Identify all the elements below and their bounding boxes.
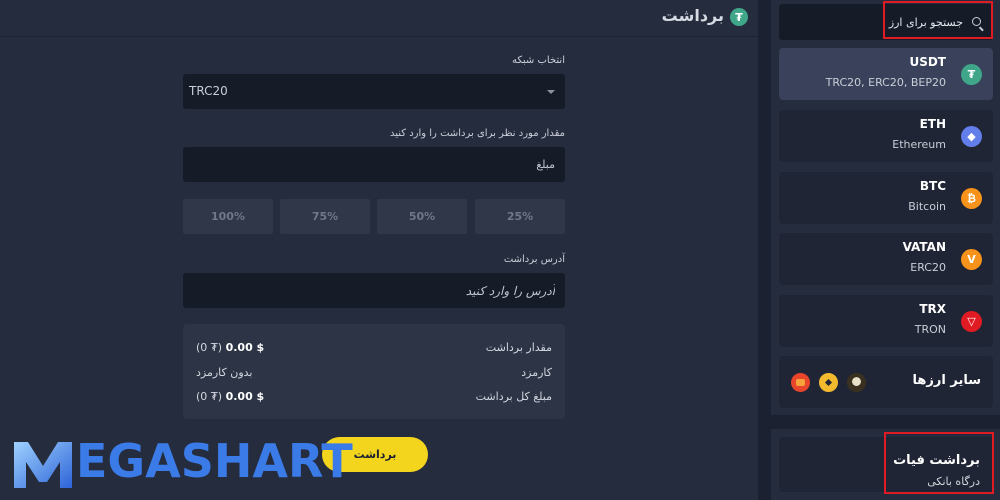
percent-100-button[interactable]: 100% <box>183 199 273 234</box>
percent-buttons: 100% 75% 50% 25% <box>183 199 565 234</box>
shiba-coin-icon <box>791 373 810 392</box>
summary-total-value: (0 ₮) 0.00 $ <box>196 390 265 403</box>
coin-item-eth[interactable]: ETH Ethereum ◆ <box>779 110 993 162</box>
tron-icon: ▽ <box>961 311 982 332</box>
other-currencies-button[interactable]: سایر ارزها <box>779 356 993 408</box>
currency-sidebar: USDT TRC20, ERC20, BEP20 ₮ ETH Ethereum … <box>771 0 1000 415</box>
coin-symbol: BTC <box>919 179 946 193</box>
coin-fullname: TRON <box>914 323 946 336</box>
coin-fullname: Bitcoin <box>908 200 946 213</box>
network-select-value: TRC20 <box>189 84 228 98</box>
fiat-withdraw-panel: برداشت فیات درگاه بانکی <box>771 429 1000 500</box>
panel-header: ₮ برداشت <box>0 0 758 37</box>
search-highlight-box <box>883 1 993 39</box>
amount-label: مقدار مورد نظر برای برداشت را وارد کنید <box>389 128 565 139</box>
summary-amount-row: مقدار برداشت (0 ₮) 0.00 $ <box>183 341 565 357</box>
megashart-logo-icon <box>14 442 72 488</box>
network-select[interactable]: TRC20 <box>183 74 565 109</box>
fiat-highlight-box <box>884 432 994 494</box>
coin-item-usdt[interactable]: USDT TRC20, ERC20, BEP20 ₮ <box>779 48 993 100</box>
ethereum-icon: ◆ <box>961 126 982 147</box>
vatan-icon: V <box>961 249 982 270</box>
brand-watermark: EGASHART <box>10 432 353 496</box>
network-label: انتخاب شبکه <box>512 55 565 66</box>
coin-networks: TRC20, ERC20, BEP20 <box>825 76 946 89</box>
bitcoin-icon: ₿ <box>961 188 982 209</box>
summary-fee-row: کارمزد بدون کارمزد <box>183 366 565 382</box>
summary-amount-value: (0 ₮) 0.00 $ <box>196 341 265 354</box>
summary-total-label: مبلغ کل برداشت <box>475 390 552 403</box>
summary-fee-value: بدون کارمزد <box>196 366 253 379</box>
coin-symbol: TRX <box>919 302 946 316</box>
percent-25-button[interactable]: 25% <box>475 199 565 234</box>
coin-symbol: VATAN <box>902 240 946 254</box>
percent-50-button[interactable]: 50% <box>377 199 467 234</box>
coin-symbol: ETH <box>919 117 946 131</box>
doge-coin-icon <box>847 373 866 392</box>
summary-amount-label: مقدار برداشت <box>485 341 552 354</box>
other-currencies-label: سایر ارزها <box>912 373 981 388</box>
withdraw-panel: ₮ برداشت انتخاب شبکه TRC20 مقدار مورد نظ… <box>0 0 758 500</box>
tether-icon: ₮ <box>730 8 748 26</box>
coin-item-btc[interactable]: BTC Bitcoin ₿ <box>779 172 993 224</box>
summary-total-row: مبلغ کل برداشت (0 ₮) 0.00 $ <box>183 390 565 406</box>
summary-fee-label: کارمزد <box>521 366 552 379</box>
withdraw-summary: مقدار برداشت (0 ₮) 0.00 $ کارمزد بدون کا… <box>183 324 565 419</box>
page-title: برداشت <box>661 6 724 25</box>
coin-item-vatan[interactable]: VATAN ERC20 V <box>779 233 993 285</box>
chevron-down-icon <box>547 90 555 94</box>
brand-name: EGASHART <box>76 434 353 488</box>
tether-icon: ₮ <box>961 64 982 85</box>
coin-item-trx[interactable]: TRX TRON ▽ <box>779 295 993 347</box>
amount-input[interactable] <box>183 147 565 182</box>
bnb-coin-icon <box>819 373 838 392</box>
coin-symbol: USDT <box>909 55 946 69</box>
percent-75-button[interactable]: 75% <box>280 199 370 234</box>
coin-fullname: Ethereum <box>892 138 946 151</box>
coin-networks: ERC20 <box>910 261 946 274</box>
address-label: آدرس برداشت <box>503 254 565 265</box>
address-input[interactable] <box>183 273 565 308</box>
